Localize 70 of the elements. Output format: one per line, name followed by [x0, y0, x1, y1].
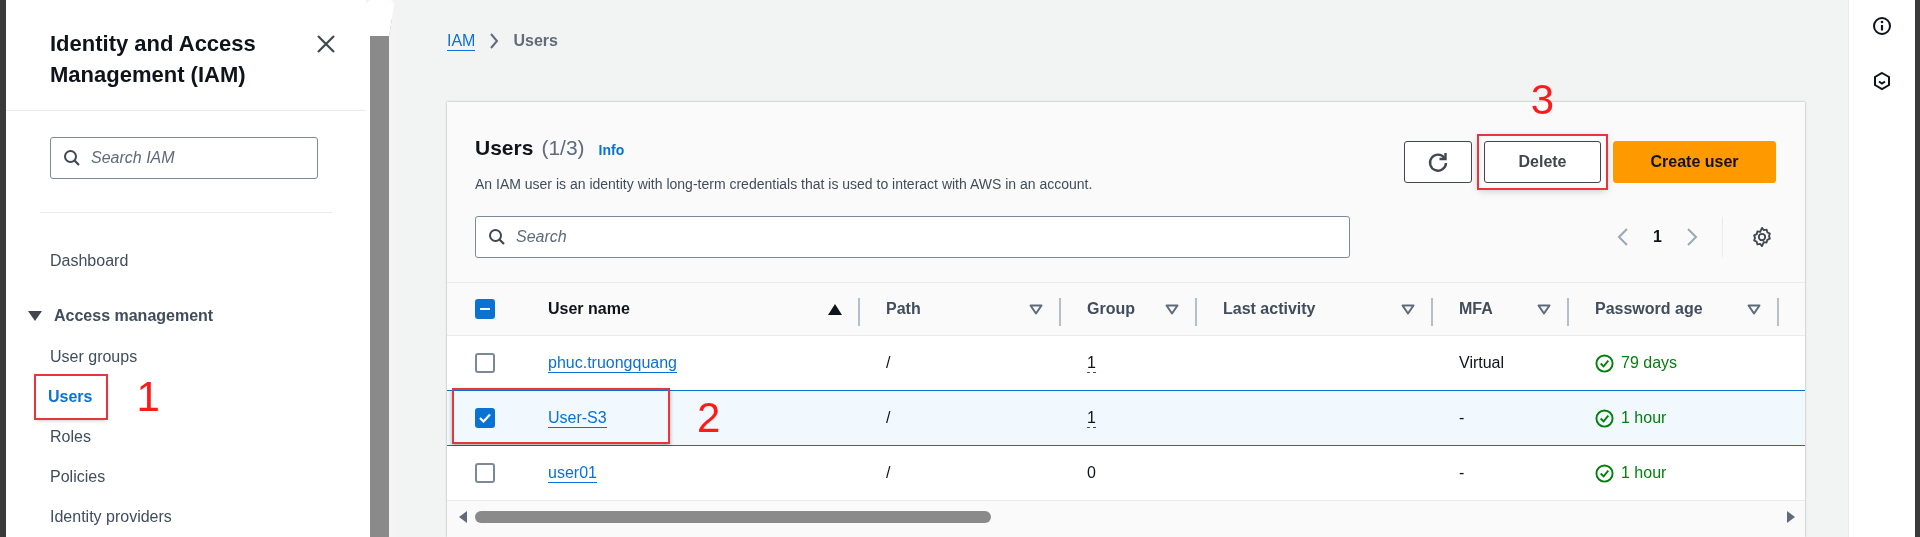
info-icon[interactable] — [1872, 16, 1892, 36]
select-all-checkbox[interactable] — [475, 299, 495, 319]
check-icon — [479, 413, 491, 423]
table-cell: - — [1459, 464, 1465, 482]
nav-link[interactable]: User groups — [6, 345, 138, 369]
nav-link[interactable]: Roles — [6, 425, 91, 449]
nav-link[interactable]: Dashboard — [6, 249, 366, 273]
breadcrumb-link[interactable]: IAM — [447, 31, 476, 51]
annotation-number: 3 — [1530, 79, 1555, 121]
table-cell: 0 — [1087, 464, 1096, 482]
nav-link[interactable]: Identity providers — [6, 505, 172, 529]
table-cell: 79 days — [1621, 354, 1678, 372]
scroll-left-icon[interactable] — [459, 511, 467, 523]
table-cell: 1 hour — [1621, 409, 1667, 427]
search-field[interactable]: Search — [475, 216, 1350, 258]
sort-icon[interactable] — [1537, 303, 1551, 315]
caret-icon[interactable] — [28, 311, 42, 321]
column-header[interactable]: Group — [1087, 300, 1135, 318]
user-name-link[interactable]: User-S3 — [548, 408, 607, 428]
check-circle-icon — [1595, 408, 1614, 428]
nav-link[interactable]: Users — [36, 376, 107, 418]
hexagon-icon[interactable] — [1872, 71, 1892, 91]
column-header[interactable]: Path — [886, 300, 921, 318]
row-checkbox[interactable] — [475, 353, 495, 373]
section-heading[interactable]: Access management — [54, 307, 214, 325]
row-checkbox[interactable] — [475, 408, 495, 428]
table-cell: / — [886, 464, 891, 482]
sort-icon[interactable] — [1747, 303, 1761, 315]
user-name-link[interactable]: user01 — [548, 463, 597, 483]
info-link[interactable]: Info — [598, 142, 625, 158]
panel-title: Users — [475, 136, 534, 160]
sort-icon[interactable] — [1401, 303, 1415, 315]
breadcrumb-current: Users — [513, 32, 558, 50]
refresh-button[interactable] — [1404, 141, 1472, 183]
column-header[interactable]: MFA — [1459, 300, 1493, 318]
page-number[interactable]: 1 — [1653, 228, 1662, 246]
user-name-link[interactable]: phuc.truongquang — [548, 353, 677, 373]
create-user-button[interactable]: Create user — [1613, 141, 1776, 183]
table-cell[interactable]: 1 — [1087, 408, 1096, 428]
table-cell: / — [886, 354, 891, 372]
sort-icon[interactable] — [1029, 303, 1043, 315]
check-circle-icon — [1595, 463, 1614, 483]
close-icon[interactable] — [316, 34, 336, 54]
panel-description: An IAM user is an identity with long-term credentials that is used to interact with AWS in an account. — [475, 176, 1093, 192]
search-icon — [63, 149, 81, 167]
table-cell: Virtual — [1459, 354, 1505, 372]
chevron-icon — [489, 33, 500, 49]
check-circle-icon — [1595, 353, 1614, 373]
settings-icon[interactable] — [1751, 226, 1773, 248]
scroll-right-icon[interactable] — [1787, 511, 1795, 523]
column-header[interactable]: Last activity — [1223, 300, 1316, 318]
table-cell: 1 hour — [1621, 464, 1667, 482]
row-checkbox[interactable] — [475, 463, 495, 483]
table-cell: - — [1459, 409, 1465, 427]
user-count: (1/3) — [541, 136, 585, 160]
table-cell[interactable]: 1 — [1087, 353, 1096, 373]
sidebar-title: Identity and Access Management (IAM) — [50, 30, 257, 89]
column-header[interactable]: Password age — [1595, 300, 1703, 318]
delete-button[interactable]: Delete — [1484, 141, 1601, 183]
annotation-number: 1 — [136, 376, 160, 418]
table-cell: / — [886, 409, 891, 427]
search-icon — [488, 228, 506, 246]
nav-link[interactable]: Policies — [6, 465, 106, 489]
scrollbar[interactable] — [475, 511, 991, 523]
refresh-icon — [1427, 151, 1449, 173]
column-header[interactable]: User name — [548, 300, 630, 318]
sort-icon[interactable] — [1165, 303, 1179, 315]
search-field[interactable]: Search IAM — [50, 137, 318, 179]
annotation-number: 2 — [697, 397, 721, 439]
sort-ascending-icon[interactable] — [828, 303, 842, 315]
